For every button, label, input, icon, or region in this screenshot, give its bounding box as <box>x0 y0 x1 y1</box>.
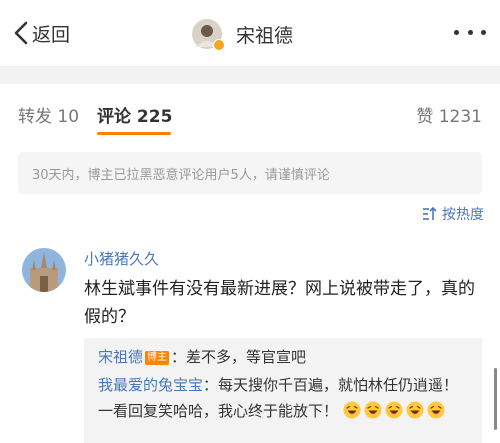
header-user[interactable]: 宋祖德 <box>192 17 293 51</box>
dot <box>481 29 486 35</box>
back-button[interactable]: 返回 <box>12 18 70 48</box>
sort-icon <box>423 206 437 220</box>
commenter-name[interactable]: 小猪猪久久 <box>84 248 159 269</box>
top-bar: 返回 宋祖德 <box>0 0 500 66</box>
more-horizontal-icon[interactable] <box>454 24 486 40</box>
commenter-avatar-image <box>22 248 66 292</box>
tab-repost[interactable]: 转发 10 <box>18 102 79 127</box>
dot <box>467 29 473 35</box>
laughing-emoji-icon <box>406 401 424 419</box>
avatar[interactable] <box>22 248 66 292</box>
comment-item: 小猪猪久久 林生斌事件有没有最新进展？网上说被带走了，真的假的？ 宋祖德 博主 ：差… <box>0 238 500 443</box>
active-tab-indicator <box>97 132 171 135</box>
reply-item: 我最爱的兔宝宝：每天搜你千百遍，就怕林任仍逍遥！一看回复笑哈哈，我心终于能放下！ <box>98 372 468 424</box>
comment-text: 林生斌事件有没有最新进展？网上说被带走了，真的假的？ <box>84 279 475 327</box>
reply-item: 宋祖德 博主 ：差不多，等官宣吧 <box>98 344 468 370</box>
reply-text: ：差不多，等官宣吧 <box>171 348 307 366</box>
reply-user-name[interactable]: 宋祖德 <box>98 348 143 366</box>
tab-like[interactable]: 赞 1231 <box>416 102 482 127</box>
back-label: 返回 <box>32 23 71 46</box>
sort-button[interactable]: 按热度 <box>422 204 484 224</box>
header-user-name: 宋祖德 <box>236 24 294 47</box>
chevron-left-icon <box>14 21 28 45</box>
comment-notice: 30天内，博主已拉黑恶意评论用户5人，请谨慎评论 <box>18 152 482 194</box>
verified-badge-icon <box>213 39 225 51</box>
tab-comment[interactable]: 评论 225 <box>97 102 172 127</box>
laughing-emoji-icon <box>385 401 403 419</box>
dot <box>454 29 459 35</box>
avatar[interactable] <box>192 19 225 51</box>
scrollbar[interactable] <box>494 368 497 430</box>
laughing-emoji-icon <box>427 401 445 419</box>
author-badge: 博主 <box>145 351 170 365</box>
reply-user-name[interactable]: 我最爱的兔宝宝 <box>98 376 203 394</box>
laughing-emoji-icon <box>343 401 361 419</box>
emoji-group <box>343 401 448 420</box>
reply-list[interactable]: 宋祖德 博主 ：差不多，等官宣吧 我最爱的兔宝宝：每天搜你千百遍，就怕林任仍逍遥！一… <box>84 338 482 443</box>
laughing-emoji-icon <box>364 401 382 419</box>
tab-bar: 转发 10 评论 225 赞 1231 <box>0 84 500 142</box>
section-divider <box>0 66 500 84</box>
sort-label: 按热度 <box>442 207 484 223</box>
